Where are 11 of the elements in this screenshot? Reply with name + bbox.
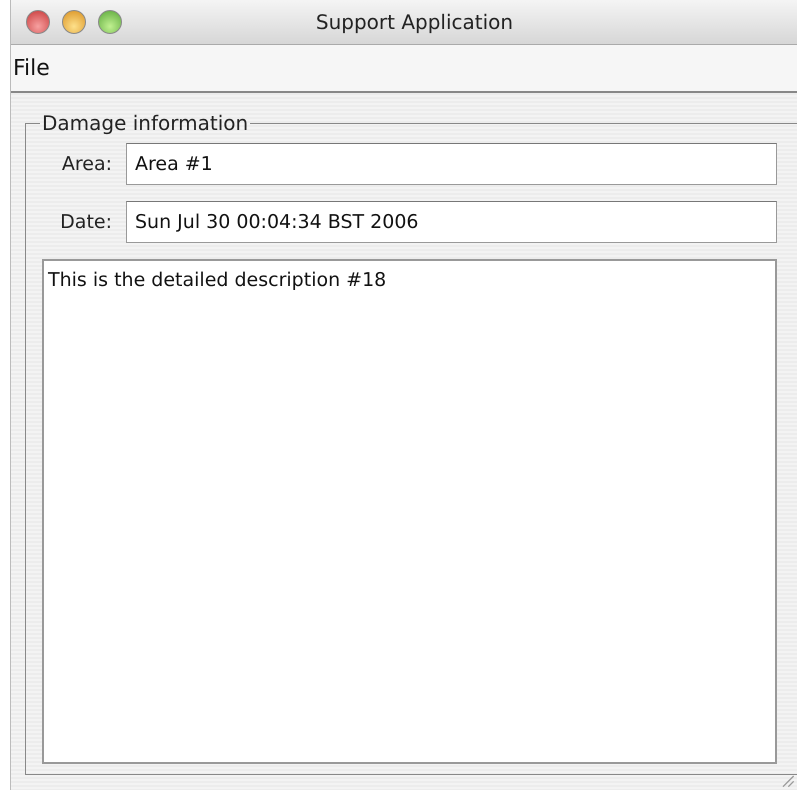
zoom-button[interactable] [98,10,122,34]
close-button[interactable] [26,10,50,34]
group-title: Damage information [41,111,250,135]
minimize-button[interactable] [62,10,86,34]
input-field[interactable]: Area #1 [126,143,777,185]
description-text-area[interactable]: This is the detailed description #18 [42,259,777,764]
field-label: Date: [59,211,112,233]
input-field[interactable]: Sun Jul 30 00:04:34 BST 2006 [126,201,777,243]
menu-item[interactable]: File [13,56,56,80]
window-title: Support Application [314,10,514,34]
field-label: Area: [60,153,112,175]
